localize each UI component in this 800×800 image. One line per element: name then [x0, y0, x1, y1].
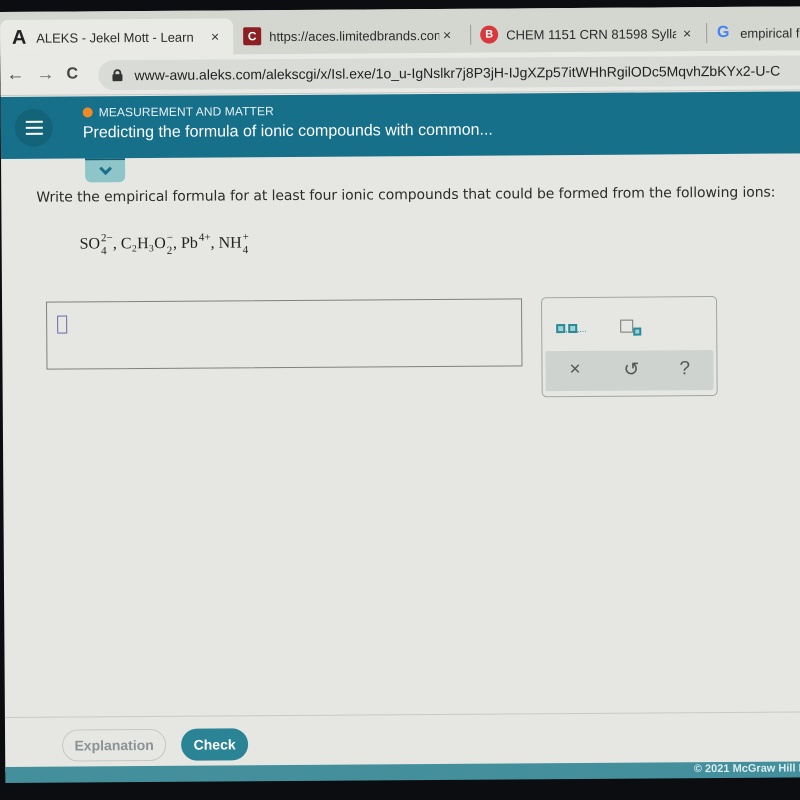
ion-acetate: C₂H₃O −2: [120, 231, 173, 257]
tab-separator: [470, 24, 472, 45]
footer-divider: [4, 711, 800, 718]
box-icon: [567, 323, 577, 334]
url-text: www-awu.aleks.com/alekscgi/x/Isl.exe/1o_…: [134, 62, 781, 84]
expand-header-button[interactable]: [85, 158, 126, 183]
back-arrow-icon[interactable]: ←: [6, 64, 24, 85]
tab-title: ALEKS - Jekel Mott - Learn: [36, 29, 194, 46]
hamburger-menu-button[interactable]: [14, 108, 53, 147]
browser-toolbar: ← → C www-awu.aleks.com/alekscgi/x/Isl.e…: [0, 50, 800, 96]
ion-sulfate: SO 2− 4: [79, 232, 113, 258]
footer-bar: © 2021 McGraw Hill L: [5, 761, 800, 783]
math-palette: ,,... × ↺ ?: [541, 296, 718, 398]
close-tab-icon[interactable]: ×: [211, 28, 219, 44]
clear-icon[interactable]: ×: [569, 359, 580, 381]
screen: A ALEKS - Jekel Mott - Learn × C https:/…: [0, 6, 800, 783]
tab-separator: [706, 23, 708, 44]
address-bar[interactable]: www-awu.aleks.com/alekscgi/x/Isl.exe/1o_…: [98, 55, 800, 91]
tab-google-search[interactable]: G empirical fo: [714, 14, 800, 51]
subscript-tool-button[interactable]: [620, 313, 642, 336]
tab-title: https://aces.limitedbrands.com: [269, 27, 440, 44]
reload-icon[interactable]: C: [66, 65, 78, 83]
tab-title: CHEM 1151 CRN 81598 Syllabu: [506, 25, 677, 42]
subscript-box-icon: [633, 327, 642, 336]
base-box-icon: [620, 319, 634, 333]
forward-arrow-icon[interactable]: →: [36, 64, 54, 85]
b-logo-icon: B: [480, 25, 499, 44]
topic-text: MEASUREMENT AND MATTER: [98, 104, 274, 120]
ion-list: SO 2− 4, C₂H₃O −2, Pb 4+, NH +4: [79, 231, 249, 258]
answer-input[interactable]: [46, 298, 523, 370]
ion-ammonium: NH +4: [218, 231, 249, 257]
close-tab-icon[interactable]: ×: [443, 27, 451, 43]
lesson-title: Predicting the formula of ionic compound…: [82, 121, 493, 142]
google-icon: G: [716, 23, 730, 41]
c-logo-icon: C: [243, 27, 262, 46]
lock-icon: [112, 69, 122, 81]
copyright-text: © 2021 McGraw Hill L: [693, 762, 800, 776]
browser-tab-strip: A ALEKS - Jekel Mott - Learn × C https:/…: [0, 6, 800, 56]
chevron-down-icon: [98, 162, 112, 176]
palette-tools: ,,...: [542, 297, 716, 350]
input-cursor-placeholder: [57, 315, 68, 334]
aleks-header: MEASUREMENT AND MATTER Predicting the fo…: [0, 91, 800, 159]
tab-aleks[interactable]: A ALEKS - Jekel Mott - Learn ×: [0, 18, 234, 56]
close-tab-icon[interactable]: ×: [683, 25, 691, 41]
help-icon[interactable]: ?: [679, 358, 690, 380]
undo-icon[interactable]: ↺: [623, 359, 639, 382]
progress-dot-icon: [82, 107, 93, 118]
tab-chem-syllabus[interactable]: B CHEM 1151 CRN 81598 Syllabu ×: [480, 15, 705, 53]
palette-actions: × ↺ ?: [545, 350, 714, 392]
aleks-logo-icon: A: [11, 26, 27, 49]
tab-aces[interactable]: C https://aces.limitedbrands.com ×: [243, 17, 465, 55]
list-tool-button[interactable]: ,,...: [556, 313, 587, 334]
tab-title: empirical fo: [740, 24, 800, 41]
question-prompt: Write the empirical formula for at least…: [36, 184, 776, 206]
explanation-button[interactable]: Explanation: [62, 728, 167, 762]
check-button[interactable]: Check: [181, 728, 249, 761]
topic-label: MEASUREMENT AND MATTER: [82, 104, 274, 120]
box-icon: [556, 324, 566, 334]
menu-line-icon: [25, 126, 43, 129]
menu-line-icon: [25, 120, 43, 123]
ion-lead: Pb 4+: [180, 231, 211, 252]
menu-line-icon: [25, 132, 43, 135]
